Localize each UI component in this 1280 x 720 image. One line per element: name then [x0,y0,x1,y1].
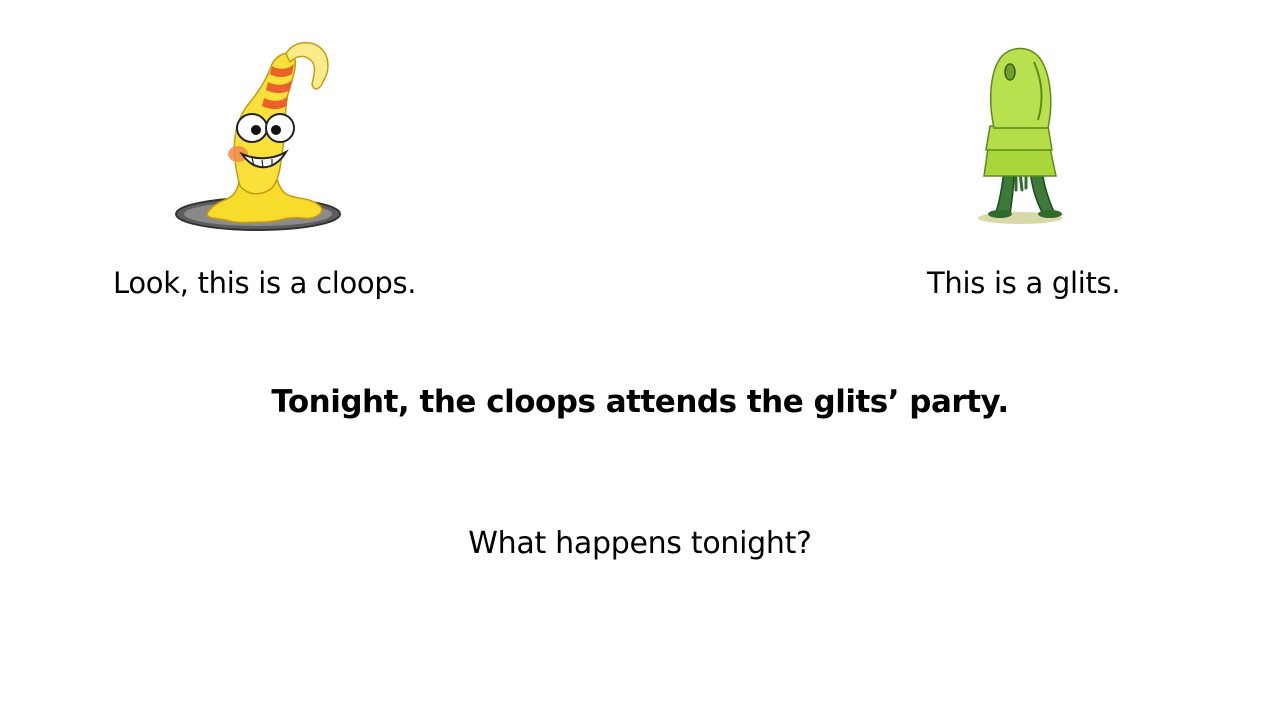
glits-illustration [968,40,1078,230]
glits-caption: This is a glits. [927,266,1121,300]
pupil-right [271,125,281,135]
cheek-left [228,146,248,162]
pupil-left [251,125,261,135]
cloops-drawing [175,41,341,231]
foot-left [988,210,1012,218]
glits-body-lower [983,147,1057,177]
glits-eye [1004,63,1016,81]
slide: Look, this is a cloops. This is a glits.… [0,0,1280,720]
cloops-caption: Look, this is a cloops. [113,266,417,300]
glits-body-mid [985,125,1053,151]
foot-right [1038,210,1062,218]
question-text: What happens tonight? [468,526,812,561]
glits-drawing [978,47,1062,224]
cloops-illustration [168,36,352,236]
statement-text: Tonight, the cloops attends the glits’ p… [271,384,1009,420]
